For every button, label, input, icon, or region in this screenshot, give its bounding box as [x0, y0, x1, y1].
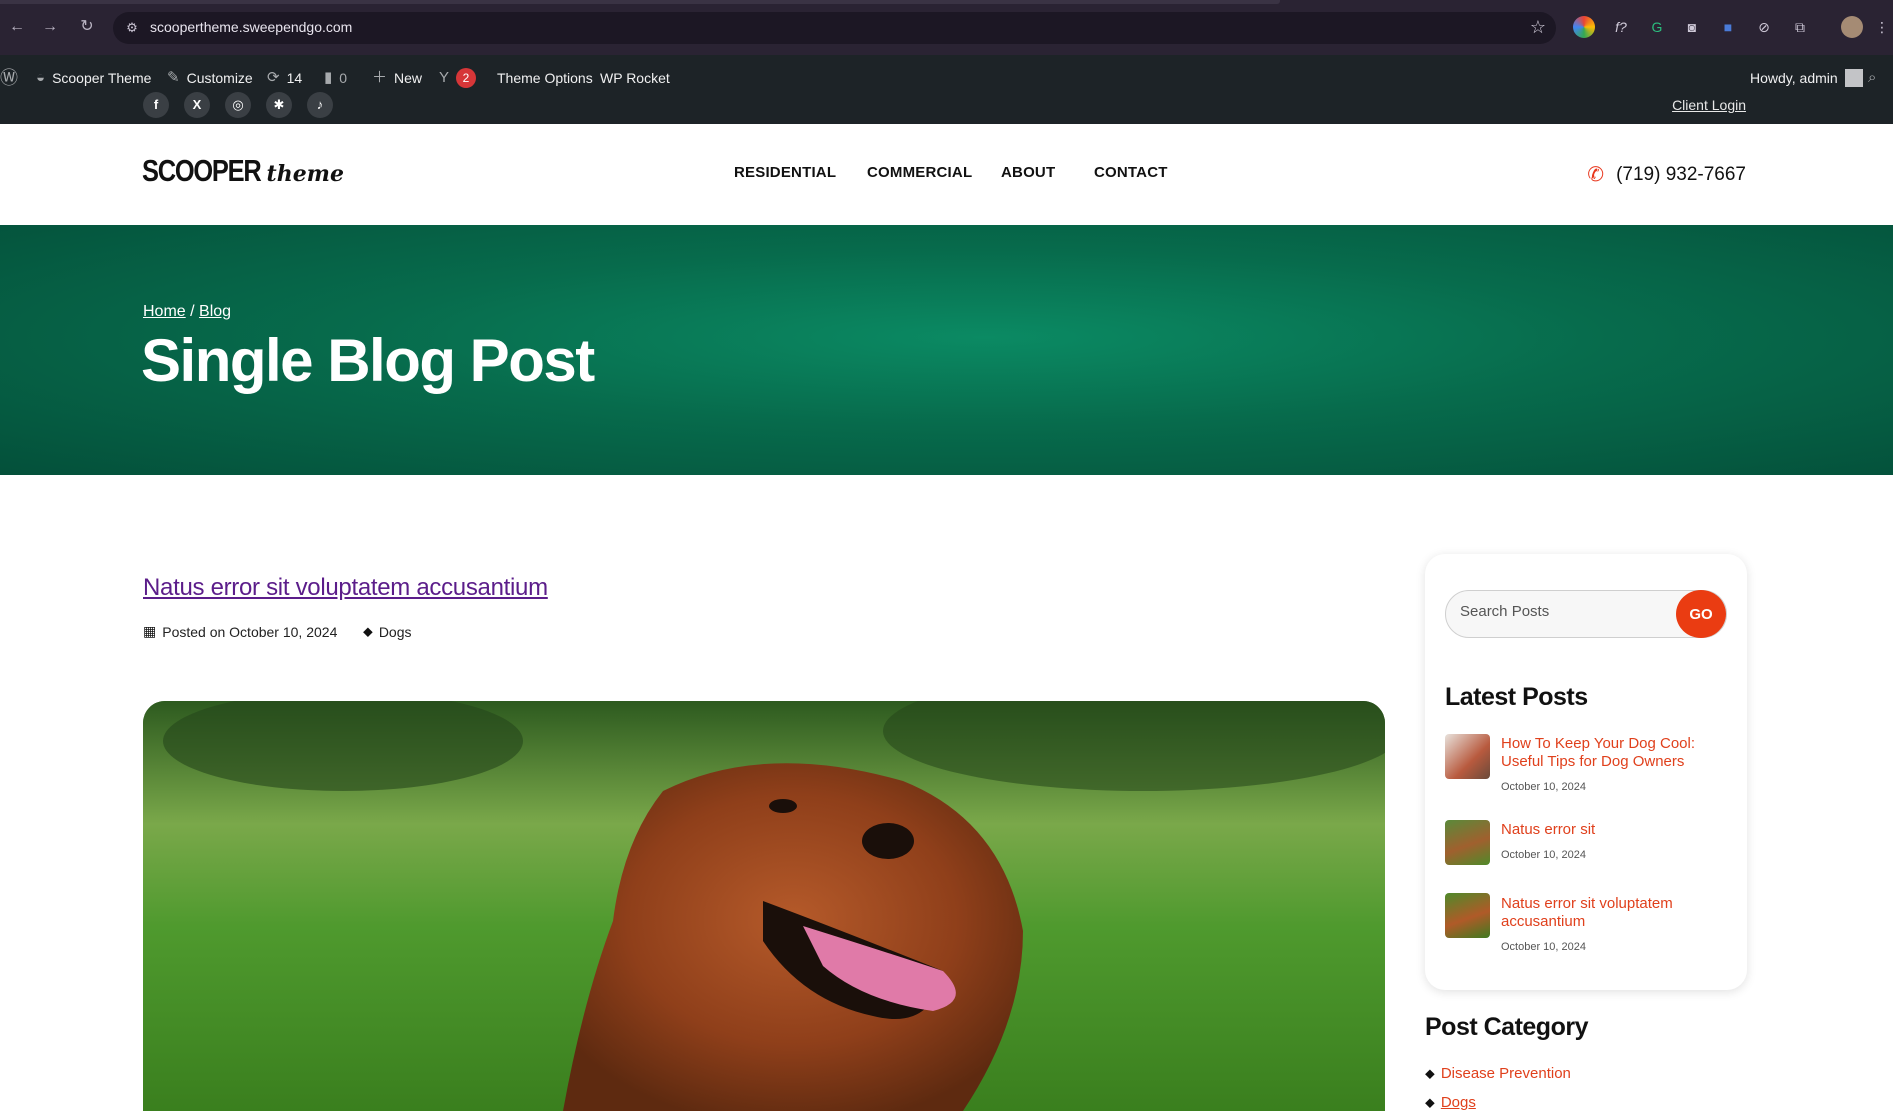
tab-strip: [0, 0, 1280, 4]
latest-post-thumb[interactable]: [1445, 893, 1490, 938]
site-logo[interactable]: SCOOPER theme: [142, 153, 344, 189]
header-phone[interactable]: ✆ (719) 932-7667: [1587, 162, 1746, 187]
nav-residential[interactable]: RESIDENTIAL: [734, 164, 836, 181]
font-extension-icon[interactable]: f?: [1610, 16, 1632, 38]
extensions-puzzle-icon[interactable]: ⧉: [1789, 16, 1811, 38]
latest-post-date: October 10, 2024: [1501, 941, 1587, 953]
nav-about[interactable]: ABOUT: [1001, 164, 1055, 181]
dog-photo: [143, 701, 1385, 1111]
post-date-meta: ▦ Posted on October 10, 2024: [143, 623, 337, 640]
yoast-badge: 2: [456, 68, 477, 88]
featured-image: [143, 701, 1385, 1111]
category-label: Dogs: [1440, 1094, 1476, 1111]
tags-icon: ⬥: [1425, 1065, 1435, 1081]
menu-kebab-icon[interactable]: ⋮: [1875, 16, 1889, 38]
post-category-heading: Post Category: [1425, 1013, 1588, 1041]
back-icon[interactable]: ←: [5, 15, 29, 39]
facebook-icon[interactable]: f: [143, 92, 169, 118]
latest-post-link[interactable]: Natus error sit voluptatem accusantium: [1501, 895, 1721, 931]
latest-post-date: October 10, 2024: [1501, 781, 1587, 793]
color-picker-extension-icon[interactable]: [1573, 16, 1595, 38]
nav-commercial[interactable]: COMMERCIAL: [867, 164, 972, 181]
latest-posts-heading: Latest Posts: [1445, 683, 1588, 711]
logo-script-text: theme: [266, 161, 344, 187]
bookmark-star-icon[interactable]: ☆: [1530, 17, 1546, 38]
breadcrumb: Home / Blog: [143, 303, 231, 321]
post-category-meta: ⬥ Dogs: [363, 623, 412, 640]
latest-post-date: October 10, 2024: [1501, 849, 1587, 861]
address-bar[interactable]: ⚙ scoopertheme.sweependgo.com ☆: [113, 12, 1556, 44]
breadcrumb-blog[interactable]: Blog: [199, 303, 231, 320]
reload-icon[interactable]: ↻: [75, 15, 99, 39]
profile-avatar[interactable]: [1841, 16, 1863, 38]
grammarly-extension-icon[interactable]: G: [1646, 16, 1668, 38]
latest-post-thumb[interactable]: [1445, 734, 1490, 779]
tiktok-icon[interactable]: ♪: [307, 92, 333, 118]
forward-icon[interactable]: →: [38, 15, 62, 39]
latest-post-thumb[interactable]: [1445, 820, 1490, 865]
latest-post-link[interactable]: How To Keep Your Dog Cool: Useful Tips f…: [1501, 735, 1721, 771]
calendar-icon: ▦: [143, 623, 157, 639]
nav-contact[interactable]: CONTACT: [1094, 164, 1168, 181]
post-category-link[interactable]: Dogs: [379, 624, 412, 640]
phone-icon: ✆: [1587, 164, 1605, 186]
category-item[interactable]: ⬥ Dogs: [1425, 1094, 1476, 1111]
logo-main-text: SCOOPER: [142, 153, 262, 188]
category-label: Disease Prevention: [1440, 1065, 1571, 1082]
camera-extension-icon[interactable]: ◙: [1681, 16, 1703, 38]
category-item[interactable]: ⬥ Disease Prevention: [1425, 1065, 1571, 1082]
url-text: scoopertheme.sweependgo.com: [150, 19, 353, 35]
phone-number: (719) 932-7667: [1616, 163, 1746, 185]
client-login-link[interactable]: Client Login: [1672, 97, 1746, 113]
browser-chrome: ← → ↻ ⚙ scoopertheme.sweependgo.com ☆ f?…: [0, 0, 1893, 55]
latest-post-link[interactable]: Natus error sit: [1501, 821, 1721, 839]
compass-extension-icon[interactable]: ⊘: [1753, 16, 1775, 38]
post-title-link[interactable]: Natus error sit voluptatem accusantium: [143, 574, 548, 602]
tags-icon: ⬥: [1425, 1094, 1435, 1110]
x-icon[interactable]: X: [184, 92, 210, 118]
tag-icon: ⬥: [363, 623, 373, 639]
search-input[interactable]: [1460, 603, 1660, 620]
shield-extension-icon[interactable]: ■: [1717, 16, 1739, 38]
admin-avatar: [1844, 69, 1863, 87]
post-date: Posted on October 10, 2024: [162, 623, 338, 640]
breadcrumb-home[interactable]: Home: [143, 303, 186, 320]
breadcrumb-separator: /: [190, 303, 195, 320]
yelp-icon[interactable]: ✱: [266, 92, 292, 118]
search-go-button[interactable]: GO: [1676, 590, 1726, 638]
page-title: Single Blog Post: [141, 327, 595, 394]
site-info-icon[interactable]: ⚙: [123, 19, 141, 37]
instagram-icon[interactable]: ◎: [225, 92, 251, 118]
